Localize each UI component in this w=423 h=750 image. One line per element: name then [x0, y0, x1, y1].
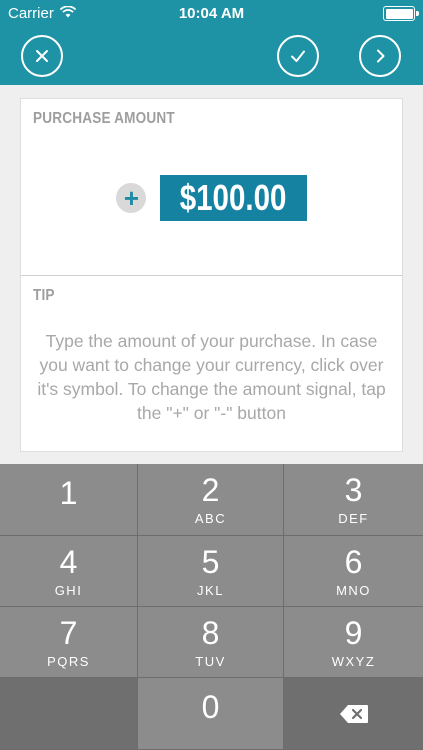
numeric-keypad: 1 2 ABC 3 DEF 4 GHI 5 JKL 6 MNO 7 PQRS 8… [0, 464, 423, 750]
status-time: 10:04 AM [178, 5, 245, 22]
close-button[interactable] [21, 35, 63, 77]
key-2[interactable]: 2 ABC [138, 464, 284, 536]
key-1[interactable]: 1 [0, 464, 138, 536]
key-digit: 6 [344, 543, 363, 580]
purchase-card: PURCHASE AMOUNT + $100.00 TIP Type the a… [20, 98, 403, 452]
amount-row: + $100.00 [21, 175, 402, 221]
key-3[interactable]: 3 DEF [284, 464, 423, 536]
close-icon [36, 50, 48, 62]
confirm-button[interactable] [277, 35, 319, 77]
amount-value: $100.00 [180, 177, 287, 218]
key-5[interactable]: 5 JKL [138, 536, 284, 607]
key-digit: 1 [59, 474, 78, 511]
next-button[interactable] [359, 35, 401, 77]
sign-toggle-button[interactable]: + [116, 183, 147, 213]
key-letters: GHI [54, 582, 83, 598]
key-0[interactable]: 0 [138, 678, 284, 750]
key-letters: ABC [194, 511, 227, 526]
key-letters: DEF [338, 511, 369, 526]
key-digit: 2 [201, 472, 220, 508]
backspace-icon [339, 704, 368, 723]
key-digit: 8 [201, 614, 220, 651]
key-letters: JKL [197, 582, 224, 598]
key-digit: 4 [59, 543, 78, 580]
tip-text: Type the amount of your purchase. In cas… [37, 331, 386, 423]
key-letters: MNO [336, 582, 371, 598]
key-digit: 9 [344, 614, 363, 651]
section-divider [21, 275, 402, 276]
key-4[interactable]: 4 GHI [0, 536, 138, 607]
key-6[interactable]: 6 MNO [284, 536, 423, 607]
chevron-right-icon [377, 49, 385, 63]
key-7[interactable]: 7 PQRS [0, 607, 138, 678]
key-8[interactable]: 8 TUV [138, 607, 284, 678]
key-blank [0, 678, 138, 750]
purchase-amount-title: PURCHASE AMOUNT [33, 110, 175, 127]
key-digit: 3 [344, 472, 363, 508]
key-letters: WXYZ [331, 653, 376, 669]
delete-key[interactable] [284, 678, 423, 750]
key-digit: 0 [201, 688, 220, 725]
tip-title: TIP [33, 287, 55, 304]
key-digit: 7 [59, 614, 78, 651]
key-letters: TUV [195, 653, 226, 669]
amount-display[interactable]: $100.00 [160, 175, 307, 221]
checkmark-icon [291, 50, 305, 62]
key-letters: PQRS [47, 653, 90, 669]
key-digit: 5 [201, 543, 220, 580]
status-bar: Carrier 10:04 AM [0, 0, 423, 28]
key-9[interactable]: 9 WXYZ [284, 607, 423, 678]
top-nav-bar [0, 28, 423, 85]
battery-icon [383, 6, 419, 21]
